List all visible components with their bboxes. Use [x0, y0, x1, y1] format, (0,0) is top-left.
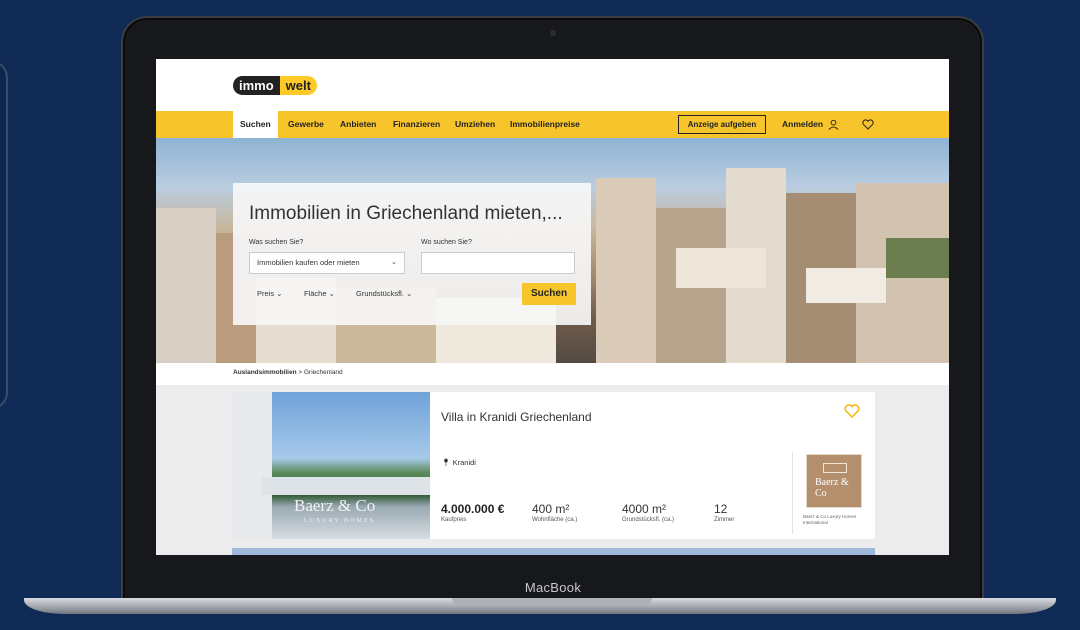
plot-area: 4000 m² — [622, 502, 667, 516]
terrace — [262, 477, 430, 495]
heart-icon[interactable] — [862, 119, 874, 130]
breadcrumb: Auslandsimmobilien > Griechenland — [233, 369, 343, 376]
where-label: Wo suchen Sie? — [421, 239, 472, 246]
listing-image[interactable]: Baerz & Co LUXURY HOMES — [232, 392, 430, 539]
filter-plot-area[interactable]: Grundstücksfl. ⌄ — [356, 289, 412, 298]
logo-part-1: immo — [233, 75, 280, 95]
device-label: MacBook — [524, 580, 582, 595]
nav-item-anbieten[interactable]: Anbieten — [340, 111, 376, 138]
agent-logo-text: Baerz & Co — [815, 477, 849, 499]
filter-price[interactable]: Preis ⌄ — [257, 289, 282, 298]
nav-item-immobilienpreise[interactable]: Immobilienpreise — [510, 111, 580, 138]
user-icon[interactable] — [828, 119, 839, 130]
chevron-down-icon: ⌄ — [276, 289, 283, 298]
living-area: 400 m² — [532, 502, 570, 516]
building — [156, 208, 216, 363]
filter-area[interactable]: Fläche ⌄ — [304, 289, 335, 298]
login-link[interactable]: Anmelden — [782, 111, 823, 138]
filter-price-label: Preis — [257, 289, 275, 298]
logo-part-2: welt — [279, 75, 317, 95]
price-label: Kaufpreis — [441, 517, 467, 523]
plot-area-label: Grundstücksfl. (ca.) — [622, 517, 675, 523]
filter-plot-area-label: Grundstücksfl. — [356, 289, 404, 298]
building — [596, 178, 656, 363]
listing-location: 📍︎ Kranidi — [441, 458, 476, 467]
search-panel: Immobilien in Griechenland mieten,... Wa… — [233, 183, 591, 325]
living-area-label: Wohnfläche (ca.) — [532, 517, 578, 523]
main-nav: Suchen Gewerbe Anbieten Finanzieren Umzi… — [156, 111, 949, 138]
filter-area-label: Fläche — [304, 289, 327, 298]
villa-wall — [232, 392, 272, 539]
agent-logo[interactable]: Baerz & Co — [806, 454, 862, 508]
image-brand: Baerz & Co — [294, 496, 376, 515]
rooms: 12 — [714, 502, 728, 516]
divider — [792, 452, 793, 534]
breadcrumb-separator: > — [298, 369, 303, 376]
next-listing-card[interactable] — [232, 548, 875, 555]
agent-logo-emblem — [823, 463, 847, 473]
laptop-notch — [452, 598, 652, 605]
listing-price: 4.000.000 € — [441, 502, 505, 516]
nav-item-gewerbe[interactable]: Gewerbe — [288, 111, 324, 138]
favorite-heart-icon[interactable] — [844, 404, 860, 418]
location-pin-icon: 📍︎ — [441, 458, 451, 467]
nav-item-umziehen[interactable]: Umziehen — [455, 111, 495, 138]
rooms-label: Zimmer — [714, 517, 735, 523]
nav-item-finanzieren[interactable]: Finanzieren — [393, 111, 440, 138]
browser-screen: immo welt Suchen Gewerbe Anbieten Finanz… — [156, 59, 949, 555]
search-button[interactable]: Suchen — [522, 283, 576, 305]
property-type-value: Immobilien kaufen oder mieten — [257, 258, 360, 267]
chevron-down-icon: ⌄ — [328, 289, 335, 298]
trees — [886, 238, 949, 278]
building — [806, 268, 886, 303]
background-panel — [0, 60, 8, 410]
building — [676, 248, 766, 288]
listing-card[interactable]: Baerz & Co LUXURY HOMES Villa in Kranidi… — [232, 392, 875, 539]
nav-item-suchen[interactable]: Suchen — [233, 111, 278, 138]
post-ad-button[interactable]: Anzeige aufgeben — [678, 115, 766, 134]
image-brand-sub: LUXURY HOMES — [304, 518, 375, 524]
site-header: immo welt — [156, 59, 949, 111]
chevron-down-icon: ⌄ — [406, 289, 413, 298]
chevron-down-icon: ⌄ — [391, 259, 397, 266]
breadcrumb-root[interactable]: Auslandsimmobilien — [233, 369, 297, 376]
breadcrumb-current: Griechenland — [304, 369, 343, 376]
location-text: Kranidi — [452, 458, 476, 467]
search-title: Immobilien in Griechenland mieten,... — [249, 203, 563, 224]
site-logo[interactable]: immo welt — [233, 75, 317, 95]
camera — [550, 30, 556, 36]
what-label: Was suchen Sie? — [249, 239, 304, 246]
agent-name: Baerz & Co Luxury Homes International — [803, 514, 857, 525]
property-type-select[interactable]: Immobilien kaufen oder mieten ⌄ — [249, 252, 405, 274]
listing-title[interactable]: Villa in Kranidi Griechenland — [441, 410, 592, 424]
location-input[interactable] — [421, 252, 575, 274]
